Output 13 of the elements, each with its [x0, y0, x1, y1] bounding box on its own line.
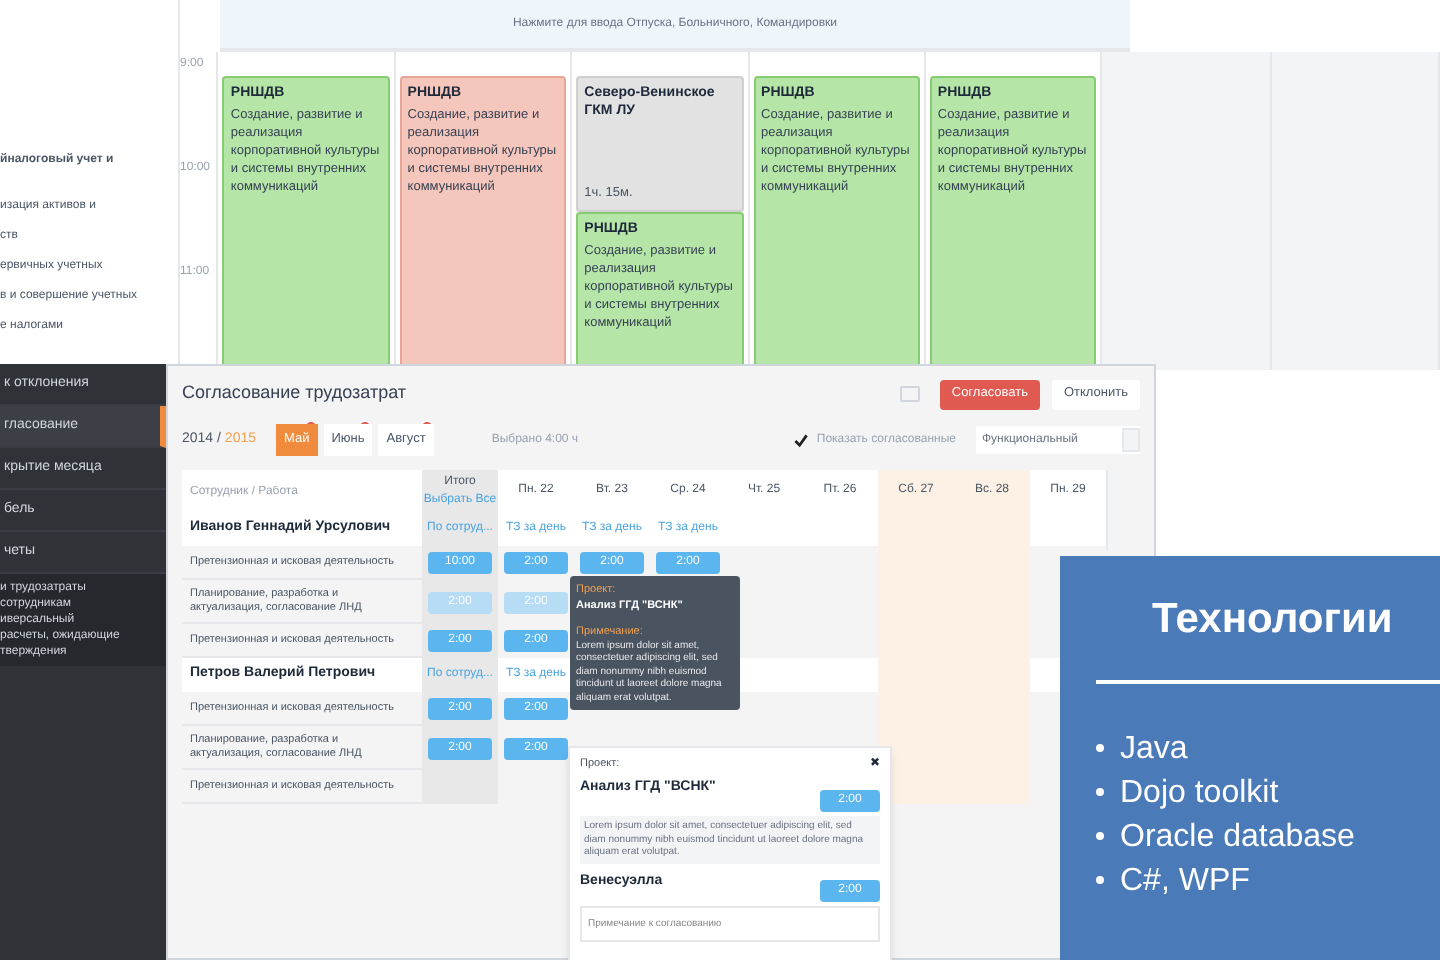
bullet-text: C#, WPF — [1120, 861, 1250, 901]
bullet-text: Oracle database — [1120, 817, 1355, 857]
checkbox[interactable] — [794, 433, 809, 447]
bullet-icon — [1096, 876, 1104, 884]
bullet-icon — [1096, 788, 1104, 796]
bullet-text: Java — [1120, 729, 1188, 769]
comment-icon[interactable] — [899, 386, 920, 402]
bullet-text: Dojo toolkit — [1120, 773, 1279, 813]
bullet-icon — [1096, 832, 1104, 840]
caret-icon[interactable] — [1122, 428, 1140, 452]
bullet-icon — [1096, 744, 1104, 752]
window-title: Согласование трудозатрат — [182, 380, 409, 407]
slide-title: Технологии — [1152, 594, 1395, 646]
